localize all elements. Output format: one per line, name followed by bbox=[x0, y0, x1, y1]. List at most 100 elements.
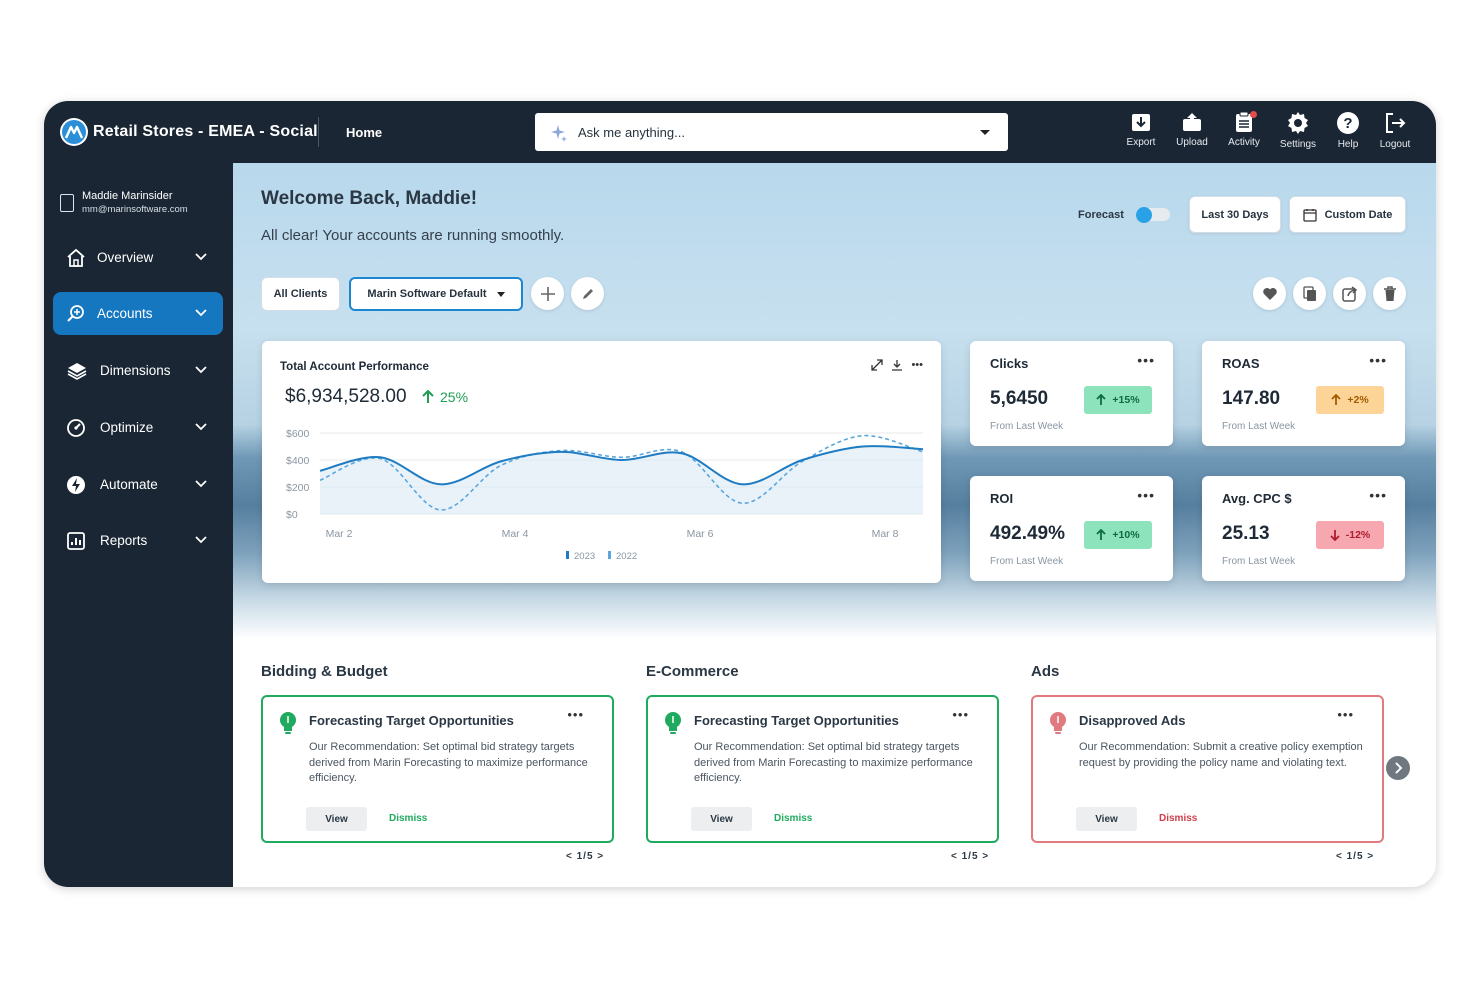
trash-icon bbox=[1383, 285, 1396, 301]
next-page-button[interactable] bbox=[1386, 756, 1410, 780]
dismiss-button[interactable]: Dismiss bbox=[389, 813, 427, 824]
metric-card-avg-cpc: Avg. CPC $ ••• 25.13 -12% From Last Week bbox=[1202, 476, 1405, 581]
add-view-button[interactable] bbox=[531, 277, 564, 310]
metric-sub: From Last Week bbox=[1222, 421, 1296, 432]
copy-button[interactable] bbox=[1293, 277, 1326, 310]
chevron-down-icon[interactable] bbox=[980, 130, 990, 135]
help-label: Help bbox=[1337, 139, 1359, 150]
client-filter-button[interactable]: All Clients bbox=[261, 277, 340, 311]
pager[interactable]: < 1/5 > bbox=[566, 851, 604, 862]
y-tick-label: $400 bbox=[286, 455, 310, 467]
y-tick-label: $0 bbox=[286, 509, 298, 521]
dismiss-button[interactable]: Dismiss bbox=[774, 813, 812, 824]
user-card-icon bbox=[60, 194, 74, 212]
user-name: Maddie Marinsider bbox=[82, 190, 173, 202]
metric-change: +2% bbox=[1347, 394, 1369, 406]
calendar-icon bbox=[1302, 208, 1317, 222]
arrow-up-icon bbox=[1096, 529, 1107, 540]
edit-view-button[interactable] bbox=[571, 277, 604, 310]
dismiss-button[interactable]: Dismiss bbox=[1159, 813, 1197, 824]
ask-anything-search[interactable]: Ask me anything... bbox=[535, 113, 1008, 151]
more-options-icon[interactable]: ••• bbox=[1137, 487, 1155, 503]
chevron-down-icon[interactable] bbox=[195, 478, 207, 490]
share-icon bbox=[1341, 285, 1357, 302]
expand-icon[interactable] bbox=[871, 359, 884, 371]
view-select-label: Marin Software Default bbox=[367, 288, 487, 300]
delete-button[interactable] bbox=[1373, 277, 1406, 310]
recommendation-title: Forecasting Target Opportunities bbox=[309, 713, 514, 728]
sidebar-item-optimize[interactable]: Optimize bbox=[53, 406, 223, 449]
sidebar-item-overview[interactable]: Overview bbox=[53, 236, 223, 279]
metric-change-badge: +2% bbox=[1316, 386, 1384, 414]
search-placeholder[interactable]: Ask me anything... bbox=[578, 125, 685, 140]
upload-button[interactable]: Upload bbox=[1168, 111, 1216, 148]
legend-label-2023: 2023 bbox=[574, 551, 595, 562]
recommendation-title: Forecasting Target Opportunities bbox=[694, 713, 899, 728]
arrow-up-icon bbox=[1096, 394, 1107, 405]
metric-change-badge: -12% bbox=[1316, 521, 1384, 549]
sidebar-item-accounts[interactable]: Accounts bbox=[53, 292, 223, 335]
arrow-up-icon bbox=[422, 390, 434, 403]
custom-date-button[interactable]: Custom Date bbox=[1289, 196, 1406, 233]
view-button[interactable]: View bbox=[691, 807, 752, 831]
download-icon[interactable] bbox=[891, 359, 903, 371]
pager[interactable]: < 1/5 > bbox=[1336, 851, 1374, 862]
chevron-down-icon[interactable] bbox=[195, 307, 207, 319]
chevron-down-icon[interactable] bbox=[195, 534, 207, 546]
view-select-dropdown[interactable]: Marin Software Default bbox=[349, 277, 523, 311]
chevron-right-icon bbox=[1395, 762, 1403, 774]
chart-toolbar: ••• bbox=[871, 359, 923, 371]
export-label: Export bbox=[1126, 137, 1156, 148]
chevron-down-icon[interactable] bbox=[195, 251, 207, 263]
more-options-icon[interactable]: ••• bbox=[567, 707, 584, 722]
series-area-2023 bbox=[320, 446, 923, 514]
top-bar: Retail Stores - EMEA - Social Home Ask m… bbox=[44, 101, 1436, 163]
view-button[interactable]: View bbox=[306, 807, 367, 831]
more-options-icon[interactable]: ••• bbox=[1337, 707, 1354, 722]
pager[interactable]: < 1/5 > bbox=[951, 851, 989, 862]
recommendation-card: Forecasting Target Opportunities ••• Our… bbox=[261, 695, 614, 843]
legend-swatch-2022 bbox=[608, 551, 611, 559]
lightbulb-icon bbox=[280, 712, 296, 734]
more-options-icon[interactable]: ••• bbox=[1369, 487, 1387, 503]
home-link[interactable]: Home bbox=[346, 125, 382, 140]
settings-label: Settings bbox=[1279, 139, 1317, 150]
metric-label: Avg. CPC $ bbox=[1222, 491, 1292, 506]
settings-button[interactable]: Settings bbox=[1274, 111, 1322, 150]
sidebar-item-reports[interactable]: Reports bbox=[53, 519, 223, 562]
help-icon: ? bbox=[1337, 112, 1359, 134]
account-title[interactable]: Retail Stores - EMEA - Social bbox=[93, 123, 318, 141]
x-tick-label: Mar 6 bbox=[687, 528, 714, 540]
client-filter-label: All Clients bbox=[273, 288, 328, 300]
sidebar-item-dimensions[interactable]: Dimensions bbox=[53, 349, 223, 392]
metric-sub: From Last Week bbox=[990, 421, 1064, 432]
more-options-icon[interactable]: ••• bbox=[911, 359, 923, 371]
chevron-down-icon[interactable] bbox=[195, 364, 207, 376]
sidebar-item-automate[interactable]: Automate bbox=[53, 463, 223, 506]
metric-change: +15% bbox=[1112, 394, 1140, 406]
more-options-icon[interactable]: ••• bbox=[1369, 352, 1387, 368]
header-divider bbox=[318, 117, 319, 147]
custom-date-label: Custom Date bbox=[1324, 208, 1393, 221]
chevron-down-icon[interactable] bbox=[195, 421, 207, 433]
metric-sub: From Last Week bbox=[1222, 556, 1296, 567]
marin-logo-icon[interactable] bbox=[60, 118, 88, 146]
logout-label: Logout bbox=[1379, 139, 1411, 150]
more-options-icon[interactable]: ••• bbox=[1137, 352, 1155, 368]
accounts-search-icon bbox=[67, 305, 84, 322]
performance-change: 25% bbox=[422, 389, 468, 405]
gauge-icon bbox=[67, 419, 85, 437]
view-button[interactable]: View bbox=[1076, 807, 1137, 831]
date-range-button[interactable]: Last 30 Days bbox=[1189, 196, 1281, 233]
recommendation-body: Our Recommendation: Submit a creative po… bbox=[1079, 741, 1363, 769]
share-button[interactable] bbox=[1333, 277, 1366, 310]
export-button[interactable]: Export bbox=[1117, 111, 1165, 148]
activity-button[interactable]: Activity bbox=[1220, 111, 1268, 148]
favorite-button[interactable] bbox=[1253, 277, 1286, 310]
forecast-toggle[interactable] bbox=[1136, 207, 1170, 223]
more-options-icon[interactable]: ••• bbox=[952, 707, 969, 722]
recommendation-title: Disapproved Ads bbox=[1079, 713, 1186, 728]
logout-button[interactable]: Logout bbox=[1371, 111, 1419, 150]
help-button[interactable]: ? Help bbox=[1324, 111, 1372, 150]
plus-icon bbox=[540, 286, 555, 301]
